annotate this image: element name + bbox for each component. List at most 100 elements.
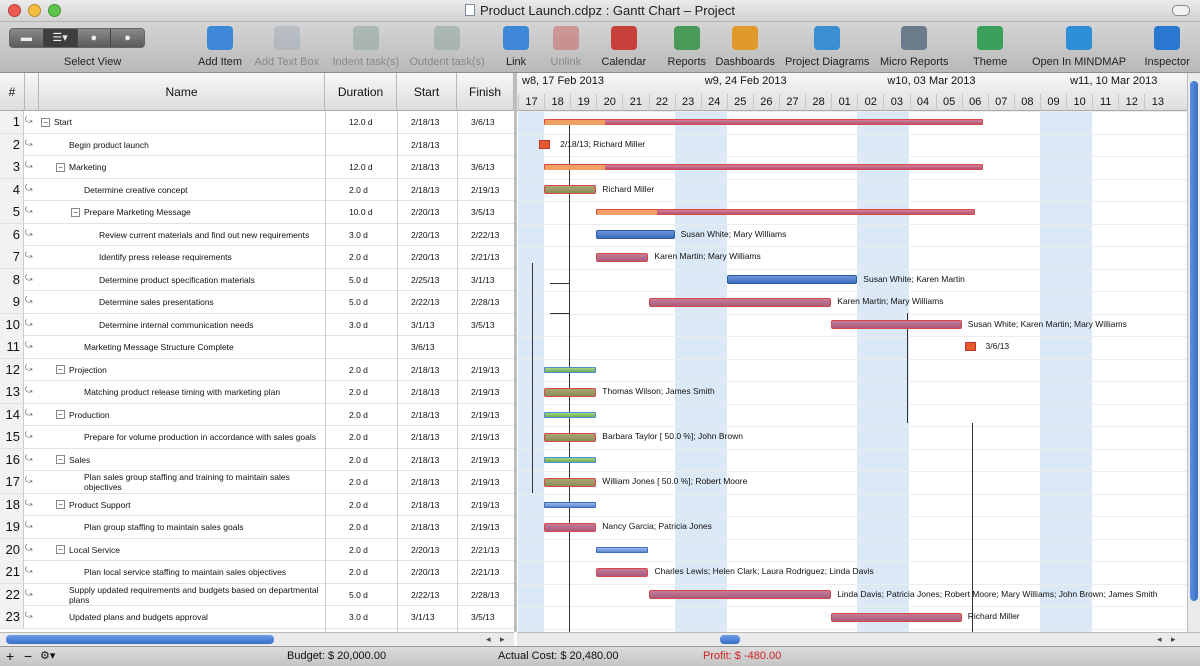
task-duration[interactable]: 2.0 d	[349, 359, 368, 381]
task-start[interactable]: 2/18/13	[411, 179, 439, 201]
column-header-duration[interactable]: Duration	[325, 73, 397, 111]
task-bar[interactable]	[831, 320, 962, 330]
gantt-scroll-thumb[interactable]	[720, 635, 740, 644]
add-row-button[interactable]: +	[6, 648, 14, 664]
task-name[interactable]: Determine creative concept	[71, 179, 325, 201]
task-duration[interactable]: 3.0 d	[349, 224, 368, 246]
view-list-button[interactable]: ☰▾	[43, 29, 78, 47]
collapse-toggle-icon[interactable]: −	[56, 410, 65, 419]
task-name[interactable]: − Production	[56, 404, 325, 426]
task-start[interactable]: 3/1/13	[411, 314, 435, 336]
toolbar-label-4[interactable]: Outdent task(s)	[410, 56, 485, 68]
table-row[interactable]: 12 ⤿ − Projection 2.0 d 2/18/13 2/19/13	[0, 358, 514, 381]
column-header-number[interactable]: #	[0, 73, 25, 111]
task-duration[interactable]: 5.0 d	[349, 269, 368, 291]
task-bar[interactable]	[596, 567, 649, 577]
task-start[interactable]: 2/20/13	[411, 201, 439, 223]
table-row[interactable]: 23 ⤿ Updated plans and budgets approval 3.0…	[0, 606, 514, 629]
task-start[interactable]: 2/20/13	[411, 561, 439, 583]
task-start[interactable]: 2/18/13	[411, 359, 439, 381]
table-row[interactable]: 4 ⤿ Determine creative concept 2.0 d 2/18/13…	[0, 178, 514, 201]
task-finish[interactable]: 3/5/13	[471, 314, 495, 336]
task-finish[interactable]: 2/28/13	[471, 584, 499, 606]
task-finish[interactable]: 2/19/13	[471, 359, 499, 381]
summary-bar[interactable]	[596, 546, 649, 553]
task-finish[interactable]: 2/19/13	[471, 494, 499, 516]
task-duration[interactable]: 2.0 d	[349, 404, 368, 426]
toolbar-icon-8[interactable]	[674, 26, 700, 50]
collapse-toggle-icon[interactable]: −	[56, 545, 65, 554]
toolbar-label-1[interactable]: Add Item	[198, 56, 242, 68]
task-name[interactable]: Matching product release timing with mar…	[71, 381, 325, 403]
view-resources-button[interactable]: ●	[78, 29, 112, 47]
task-duration[interactable]: 5.0 d	[349, 291, 368, 313]
task-name[interactable]: Determine sales presentations	[86, 291, 325, 313]
task-start[interactable]: 2/18/13	[411, 471, 439, 493]
column-header-indicator[interactable]	[25, 73, 39, 111]
task-name[interactable]: − Local Service	[56, 539, 325, 561]
task-name[interactable]: Determine product specification material…	[86, 269, 325, 291]
toolbar-label-11[interactable]: Micro Reports	[880, 56, 948, 68]
task-name[interactable]: Begin product launch	[56, 134, 325, 156]
toolbar-icon-1[interactable]	[207, 26, 233, 50]
collapse-toggle-icon[interactable]: −	[71, 207, 80, 217]
task-finish[interactable]: 2/21/13	[471, 246, 499, 268]
task-name[interactable]: − Start	[41, 111, 325, 133]
collapse-toggle-icon[interactable]: −	[56, 455, 65, 464]
task-name[interactable]: Updated plans and budgets approval	[56, 606, 325, 628]
task-finish[interactable]: 2/19/13	[471, 179, 499, 201]
task-duration[interactable]: 12.0 d	[349, 156, 373, 178]
summary-bar[interactable]	[544, 119, 983, 126]
toolbar-icon-9[interactable]	[732, 26, 758, 50]
toolbar-icon-3[interactable]	[353, 26, 379, 50]
toolbar-label-8[interactable]: Reports	[668, 56, 707, 68]
table-row[interactable]: 13 ⤿ Matching product release timing with …	[0, 381, 514, 404]
task-finish[interactable]: 3/6/13	[471, 111, 495, 133]
task-duration[interactable]: 2.0 d	[349, 516, 368, 538]
gantt-horizontal-scrollbar[interactable]: ◂ ▸	[517, 632, 1200, 646]
summary-bar[interactable]	[544, 501, 597, 508]
task-bar[interactable]	[544, 522, 597, 532]
table-row[interactable]: 16 ⤿ − Sales 2.0 d 2/18/13 2/19/13	[0, 448, 514, 471]
task-finish[interactable]: 2/19/13	[471, 449, 499, 471]
task-start[interactable]: 2/18/13	[411, 516, 439, 538]
column-header-start[interactable]: Start	[397, 73, 457, 111]
collapse-toggle-icon[interactable]: −	[41, 117, 50, 127]
task-name[interactable]: Determine internal communication needs	[86, 314, 325, 336]
toolbar-label-3[interactable]: Indent task(s)	[333, 56, 400, 68]
task-duration[interactable]: 2.0 d	[349, 246, 368, 268]
task-finish[interactable]: 2/19/13	[471, 516, 499, 538]
task-finish[interactable]: 2/21/13	[471, 561, 499, 583]
table-row[interactable]: 21 ⤿ Plan local service staffing to mainta…	[0, 561, 514, 584]
toolbar-icon-7[interactable]	[611, 26, 637, 50]
table-row[interactable]: 15 ⤿ Prepare for volume production in acco…	[0, 426, 514, 449]
toolbar-label-9[interactable]: Dashboards	[716, 56, 775, 68]
task-finish[interactable]: 2/28/13	[471, 291, 499, 313]
remove-row-button[interactable]: −	[24, 648, 32, 664]
scroll-left-arrow-icon[interactable]: ◂	[486, 634, 491, 645]
task-start[interactable]: 2/20/13	[411, 224, 439, 246]
table-scroll-thumb[interactable]	[6, 635, 274, 644]
table-row[interactable]: 3 ⤿ − Marketing 12.0 d 2/18/13 3/6/13	[0, 156, 514, 179]
toolbar-icon-14[interactable]	[1154, 26, 1180, 50]
task-duration[interactable]: 2.0 d	[349, 381, 368, 403]
task-start[interactable]: 2/18/13	[411, 426, 439, 448]
table-row[interactable]: 14 ⤿ − Production 2.0 d 2/18/13 2/19/13	[0, 403, 514, 426]
task-name[interactable]: Plan local service staffing to maintain …	[71, 561, 325, 583]
task-start[interactable]: 2/25/13	[411, 269, 439, 291]
task-duration[interactable]: 12.0 d	[349, 111, 373, 133]
task-finish[interactable]: 3/5/13	[471, 201, 495, 223]
task-finish[interactable]: 2/19/13	[471, 471, 499, 493]
table-row[interactable]: 5 ⤿ − Prepare Marketing Message 10.0 d 2/20/1…	[0, 201, 514, 224]
task-name[interactable]: Supply updated requirements and budgets …	[56, 584, 325, 606]
table-horizontal-scrollbar[interactable]: ◂ ▸	[0, 632, 514, 646]
table-row[interactable]: 17 ⤿ Plan sales group staffing and trainin…	[0, 471, 514, 494]
toolbar-icon-10[interactable]	[814, 26, 840, 50]
task-finish[interactable]: 2/19/13	[471, 404, 499, 426]
toolbar-label-12[interactable]: Theme	[973, 56, 1007, 68]
task-start[interactable]: 2/18/13	[411, 156, 439, 178]
toolbar-label-13[interactable]: Open In MINDMAP	[1032, 56, 1126, 68]
task-name[interactable]: Plan group staffing to maintain sales go…	[71, 516, 325, 538]
table-row[interactable]: 19 ⤿ Plan group staffing to maintain sales…	[0, 516, 514, 539]
vertical-scroll-thumb[interactable]	[1190, 81, 1198, 601]
